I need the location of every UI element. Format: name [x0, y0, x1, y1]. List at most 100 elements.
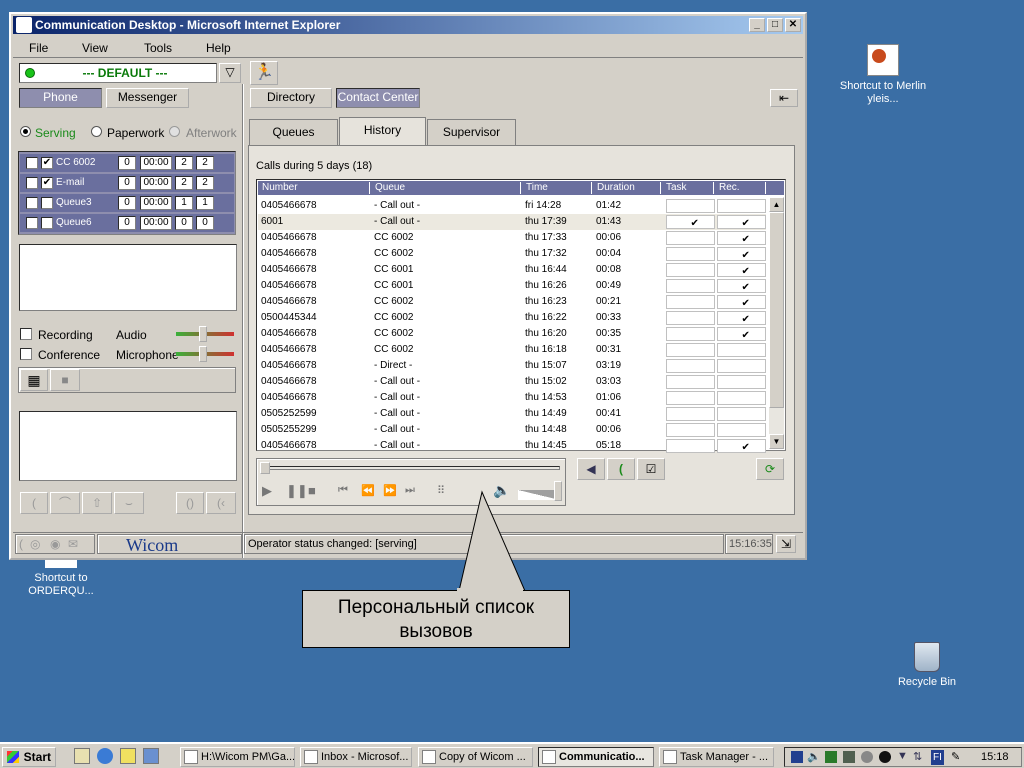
col-task[interactable]: Task: [662, 182, 714, 194]
tab-messenger[interactable]: Messenger: [106, 88, 189, 108]
call-rec-cell[interactable]: ✔: [717, 311, 766, 325]
call-task-cell[interactable]: [666, 439, 715, 453]
call-rec-cell[interactable]: ✔: [717, 263, 766, 277]
conference-call-button[interactable]: (): [176, 492, 204, 514]
skip-start-icon[interactable]: ⏮: [338, 484, 348, 497]
speaker-button[interactable]: ◀: [577, 458, 605, 480]
refresh-button[interactable]: ⟳: [756, 458, 784, 480]
stop-icon[interactable]: ■: [308, 483, 316, 498]
scroll-up-button[interactable]: ▲: [769, 197, 784, 212]
language-indicator[interactable]: FI: [931, 750, 944, 765]
start-button[interactable]: Start: [2, 747, 56, 767]
show-desktop-icon[interactable]: [74, 748, 90, 764]
tab-supervisor[interactable]: Supervisor: [427, 119, 516, 145]
queue-select-checkbox[interactable]: [41, 217, 53, 229]
call-row[interactable]: 0505255299 - Call out - thu 14:48 00:06: [258, 422, 766, 438]
call-task-cell[interactable]: [666, 295, 715, 309]
call-rec-cell[interactable]: ✔: [717, 327, 766, 341]
tray-disk-icon[interactable]: [861, 751, 873, 763]
volume-icon[interactable]: 🔈: [807, 750, 821, 763]
skip-end-icon[interactable]: ⏭: [405, 484, 415, 497]
call-row[interactable]: 0405466678 CC 6001 thu 16:44 00:08 ✔: [258, 262, 766, 278]
call-rec-cell[interactable]: ✔: [717, 247, 766, 261]
call-task-cell[interactable]: [666, 343, 715, 357]
serving-radio[interactable]: [20, 126, 31, 137]
call-task-cell[interactable]: [666, 311, 715, 325]
call-rec-cell[interactable]: [717, 199, 766, 213]
conference-checkbox[interactable]: [20, 348, 32, 360]
call-row[interactable]: 0405466678 - Call out - fri 14:28 01:42: [258, 198, 766, 214]
tray-moon-icon[interactable]: [879, 751, 891, 763]
scrollbar-thumb[interactable]: [769, 212, 784, 408]
tray-network-icon[interactable]: [825, 751, 837, 763]
call-task-cell[interactable]: ✔: [666, 215, 715, 229]
resize-button[interactable]: ⇲: [776, 535, 796, 553]
menu-help[interactable]: Help: [206, 41, 231, 55]
call-rec-cell[interactable]: ✔: [717, 215, 766, 229]
call-task-cell[interactable]: [666, 423, 715, 437]
menu-file[interactable]: File: [29, 41, 48, 55]
call-rec-cell[interactable]: ✔: [717, 295, 766, 309]
volume-thumb[interactable]: [554, 481, 562, 501]
call-task-cell[interactable]: [666, 263, 715, 277]
transfer-button[interactable]: ⇧: [82, 492, 112, 514]
tab-directory[interactable]: Directory: [250, 88, 332, 108]
profile-select[interactable]: --- DEFAULT ---: [19, 63, 217, 83]
call-task-cell[interactable]: [666, 231, 715, 245]
call-task-cell[interactable]: [666, 247, 715, 261]
queue-row[interactable]: ✔ CC 6002 0 00:00 2 2: [20, 154, 234, 172]
queue-enable-checkbox[interactable]: [26, 157, 38, 169]
tray-filter-icon[interactable]: ▼: [897, 750, 908, 762]
paperwork-radio[interactable]: [91, 126, 102, 137]
task-button[interactable]: ☑: [637, 458, 665, 480]
keypad-button[interactable]: ▦: [20, 369, 48, 391]
call-rec-cell[interactable]: [717, 359, 766, 373]
call-rec-cell[interactable]: [717, 375, 766, 389]
desktop-recycle-bin[interactable]: Recycle Bin: [882, 642, 972, 689]
desktop-shortcut-orderqu[interactable]: Shortcut to ORDERQU...: [16, 558, 106, 598]
tray-app-icon[interactable]: [791, 751, 803, 763]
maximize-button[interactable]: □: [767, 18, 783, 32]
tab-phone[interactable]: Phone: [19, 88, 102, 108]
task-task-manager[interactable]: Task Manager - ...: [659, 747, 774, 767]
call-row[interactable]: 0405466678 - Call out - thu 14:53 01:06: [258, 390, 766, 406]
call-rec-cell[interactable]: ✔: [717, 231, 766, 245]
call-task-cell[interactable]: [666, 407, 715, 421]
call-rec-cell[interactable]: [717, 343, 766, 357]
pause-icon[interactable]: ❚❚: [286, 483, 308, 499]
call-row[interactable]: 0405466678 CC 6002 thu 16:23 00:21 ✔: [258, 294, 766, 310]
task-inbox[interactable]: Inbox - Microsof...: [300, 747, 412, 767]
video-button[interactable]: ■: [50, 369, 80, 391]
call-row[interactable]: 0405466678 - Direct - thu 15:07 03:19: [258, 358, 766, 374]
explorer-quicklaunch-icon[interactable]: [120, 748, 136, 764]
minimize-button[interactable]: _: [749, 18, 765, 32]
call-row[interactable]: 6001 - Call out - thu 17:39 01:43 ✔ ✔: [258, 214, 766, 230]
call-task-cell[interactable]: [666, 279, 715, 293]
queue-select-checkbox[interactable]: [41, 197, 53, 209]
queue-enable-checkbox[interactable]: [26, 197, 38, 209]
outlook-quicklaunch-icon[interactable]: [143, 748, 159, 764]
col-number[interactable]: Number: [258, 182, 370, 194]
call-row[interactable]: 0500445344 CC 6002 thu 16:22 00:33 ✔: [258, 310, 766, 326]
menu-view[interactable]: View: [82, 41, 108, 55]
window-titlebar[interactable]: Communication Desktop - Microsoft Intern…: [13, 16, 803, 34]
queue-enable-checkbox[interactable]: [26, 217, 38, 229]
logout-button[interactable]: 🏃: [250, 61, 278, 85]
call-rec-cell[interactable]: [717, 407, 766, 421]
col-duration[interactable]: Duration: [593, 182, 661, 194]
call-task-cell[interactable]: [666, 391, 715, 405]
call-task-cell[interactable]: [666, 375, 715, 389]
call-row[interactable]: 0405466678 - Call out - thu 15:02 03:03: [258, 374, 766, 390]
call-row[interactable]: 0405466678 CC 6001 thu 16:26 00:49 ✔: [258, 278, 766, 294]
play-icon[interactable]: ▶: [262, 483, 272, 499]
tray-pen-icon[interactable]: ✎: [951, 750, 960, 763]
call-rec-cell[interactable]: [717, 423, 766, 437]
call-task-cell[interactable]: [666, 199, 715, 213]
ie-quicklaunch-icon[interactable]: [97, 748, 113, 764]
menu-tools[interactable]: Tools: [144, 41, 172, 55]
playlist-icon[interactable]: ⠿: [437, 484, 445, 497]
close-button[interactable]: ✕: [785, 18, 801, 32]
call-row[interactable]: 0405466678 CC 6002 thu 16:20 00:35 ✔: [258, 326, 766, 342]
call-row[interactable]: 0505252599 - Call out - thu 14:49 00:41: [258, 406, 766, 422]
queue-row[interactable]: ✔ E-mail 0 00:00 2 2: [20, 174, 234, 192]
